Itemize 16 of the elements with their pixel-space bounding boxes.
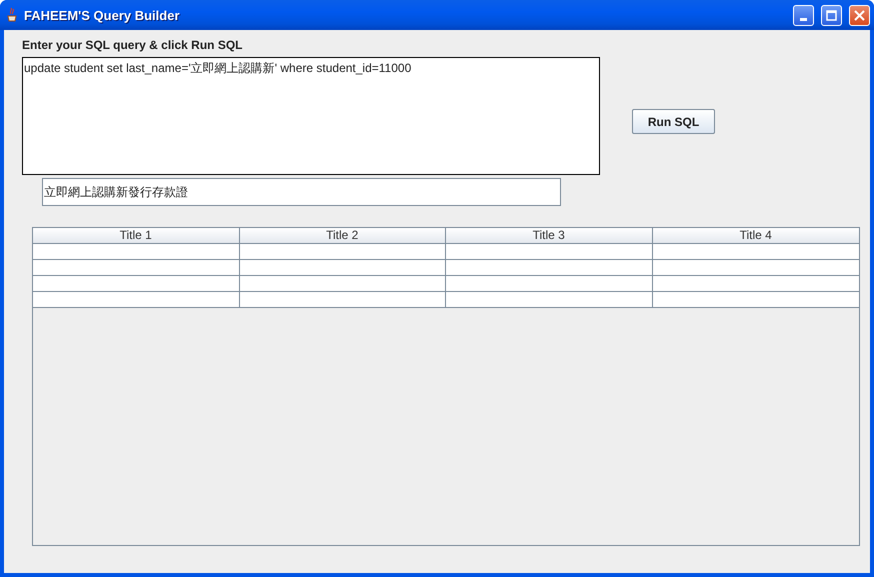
- minimize-icon: [800, 18, 807, 20]
- column-header[interactable]: Title 3: [446, 228, 652, 244]
- minimize-button[interactable]: [793, 4, 814, 26]
- result-field[interactable]: 立即網上認購新發行存款證: [42, 178, 561, 206]
- column-header[interactable]: Title 2: [240, 228, 446, 244]
- run-sql-button[interactable]: Run SQL: [632, 109, 715, 134]
- maximize-button[interactable]: [821, 4, 842, 26]
- column-header[interactable]: Title 4: [652, 228, 859, 244]
- cup-icon: [5, 7, 19, 23]
- column-header[interactable]: Title 1: [33, 228, 240, 244]
- close-button[interactable]: [849, 4, 870, 26]
- window-title: FAHEEM'S Query Builder: [24, 8, 181, 22]
- maximize-icon: [826, 10, 837, 20]
- query-label: Enter your SQL query & click Run SQL: [22, 38, 244, 53]
- query-input[interactable]: update student set last_name='立即網上認購新' where student_id=11000: [22, 57, 600, 175]
- close-icon: [854, 10, 865, 20]
